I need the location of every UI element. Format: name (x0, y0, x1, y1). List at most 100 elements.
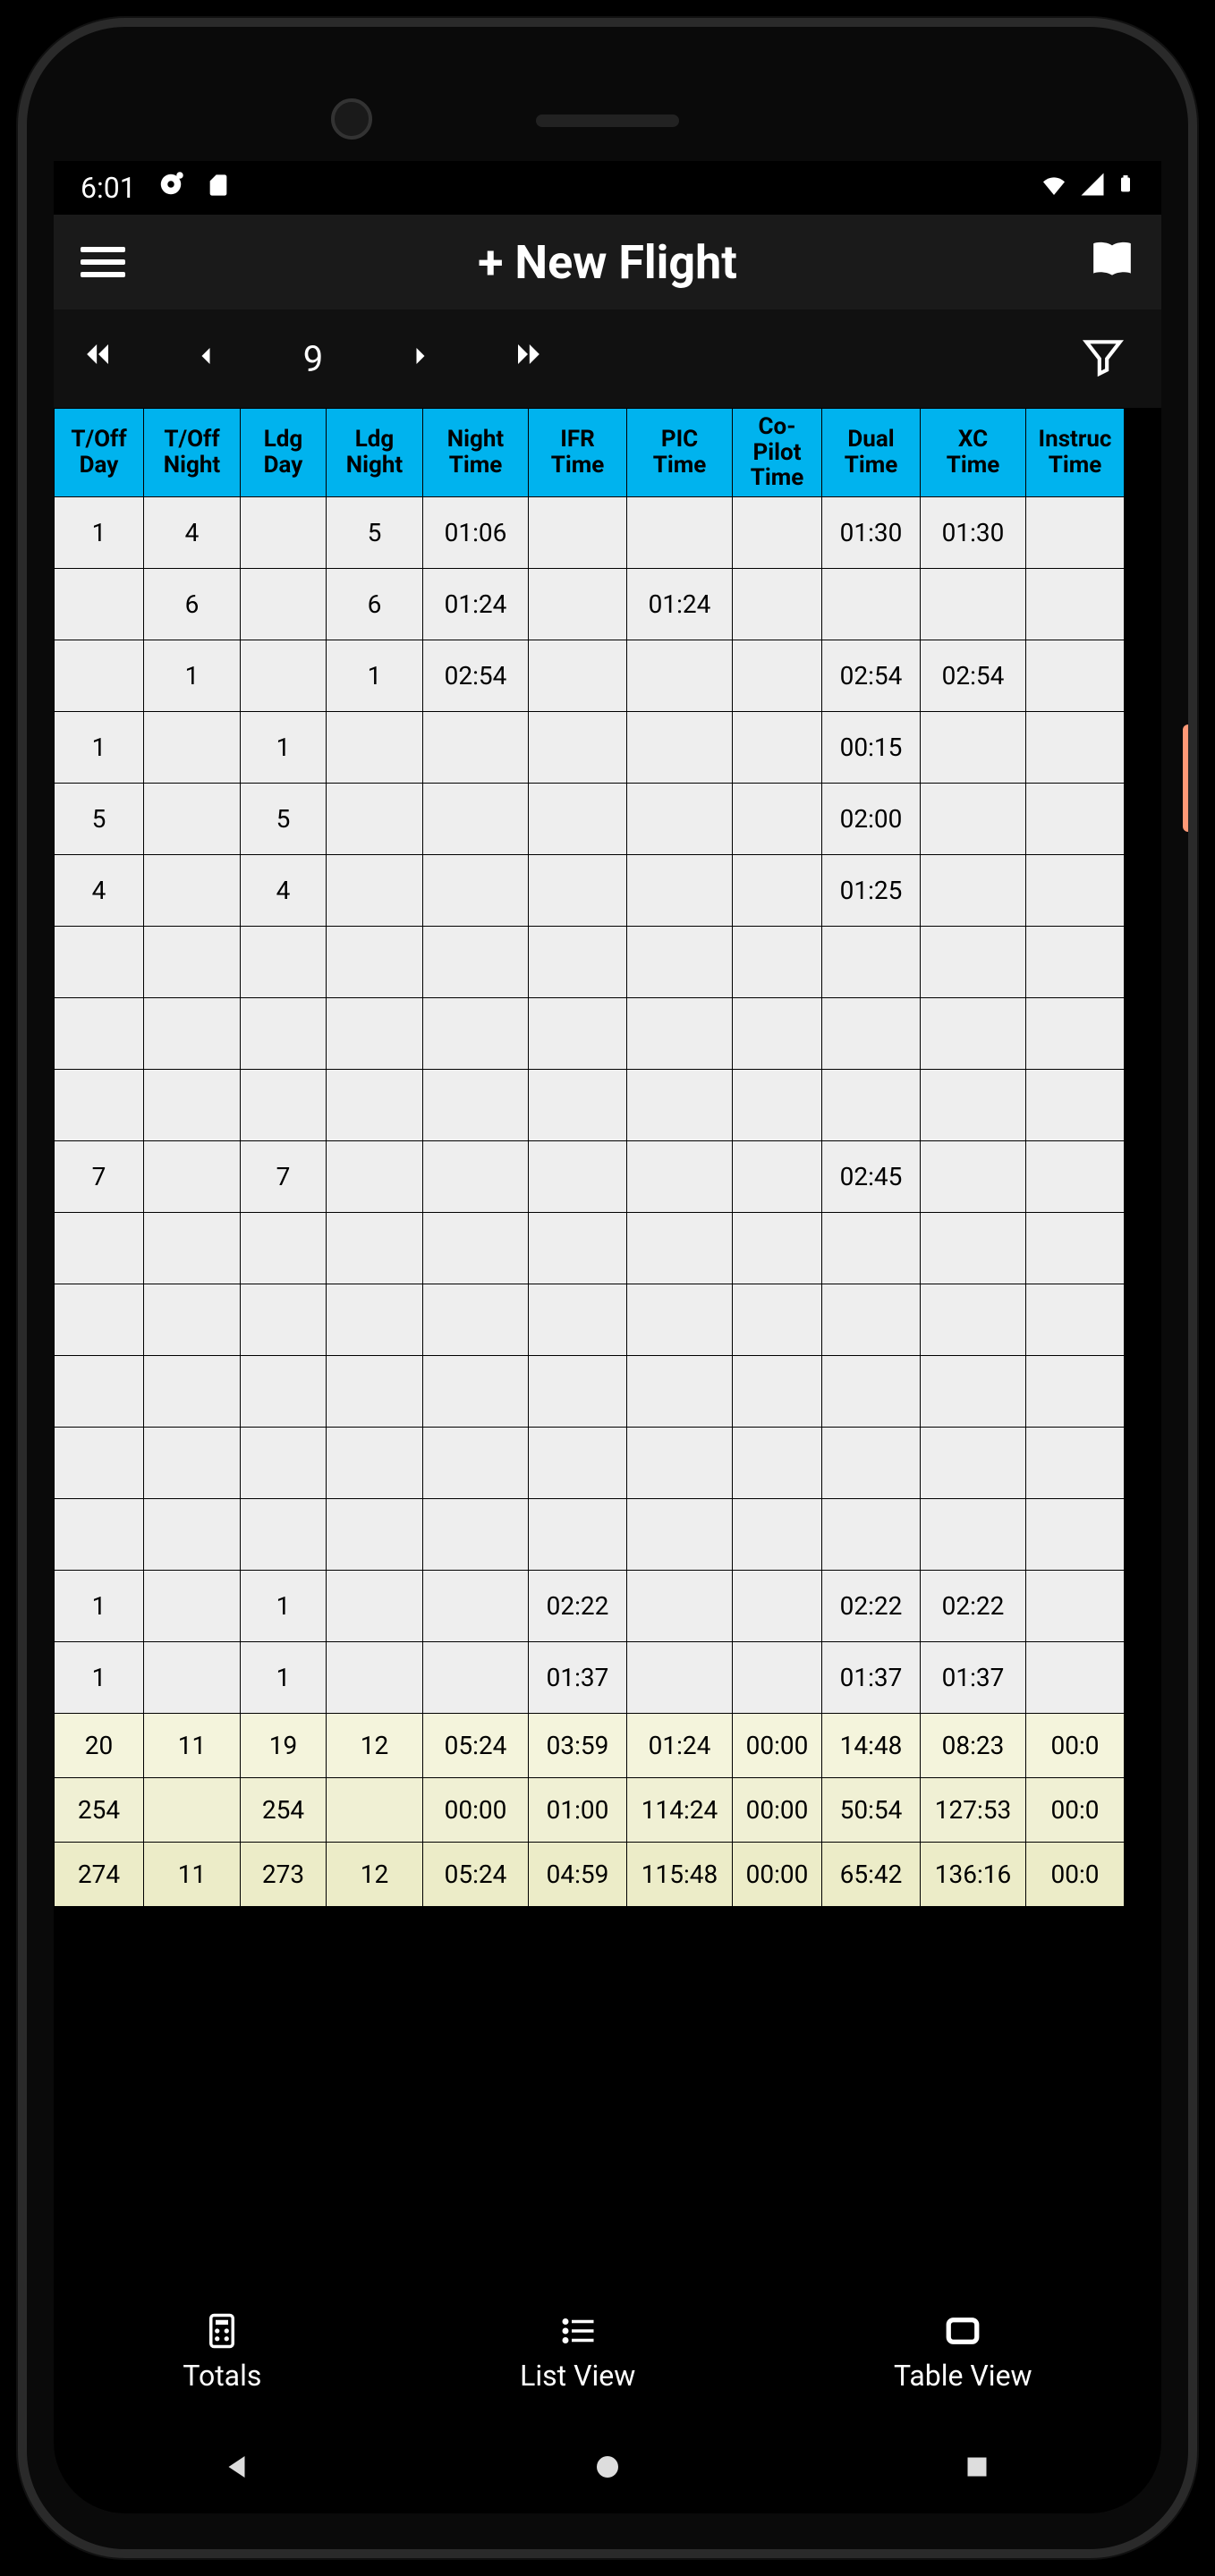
power-button (1183, 724, 1194, 832)
table-cell (144, 1140, 241, 1212)
table-cell (1026, 783, 1125, 854)
column-header[interactable]: IFRTime (529, 409, 627, 497)
column-header[interactable]: T/OffDay (55, 409, 144, 497)
table-cell (144, 1570, 241, 1641)
table-cell (921, 1212, 1026, 1284)
disc-icon (157, 171, 184, 205)
table-cell (627, 1069, 733, 1140)
table-cell (921, 568, 1026, 640)
column-header[interactable]: XCTime (921, 409, 1026, 497)
totals-cell: 00:0 (1026, 1713, 1125, 1777)
table-row[interactable] (55, 1069, 1125, 1140)
table-cell (241, 997, 327, 1069)
table-row[interactable] (55, 1355, 1125, 1427)
table-cell (423, 997, 529, 1069)
table-row[interactable]: 4401:25 (55, 854, 1125, 926)
totals-cell: 65:42 (822, 1842, 921, 1906)
recent-button[interactable] (961, 2451, 993, 2487)
tab-table-view[interactable]: Table View (894, 2312, 1032, 2393)
column-header[interactable]: LdgNight (327, 409, 423, 497)
table-row[interactable]: 1101:3701:3701:37 (55, 1641, 1125, 1713)
column-header[interactable]: NightTime (423, 409, 529, 497)
totals-cell: 12 (327, 1713, 423, 1777)
logbook-icon[interactable] (1090, 238, 1134, 286)
table-cell (529, 1427, 627, 1498)
first-page-button[interactable] (72, 335, 125, 384)
last-page-button[interactable] (501, 335, 555, 384)
column-header[interactable]: LdgDay (241, 409, 327, 497)
column-header[interactable]: DualTime (822, 409, 921, 497)
table-row[interactable] (55, 1284, 1125, 1355)
table-cell: 7 (55, 1140, 144, 1212)
table-cell: 1 (55, 711, 144, 783)
prev-page-button[interactable] (179, 335, 233, 382)
table-row[interactable]: 1102:2202:2202:22 (55, 1570, 1125, 1641)
table-cell (423, 1355, 529, 1427)
table-cell (55, 1427, 144, 1498)
table-row[interactable]: 7702:45 (55, 1140, 1125, 1212)
table-row[interactable] (55, 997, 1125, 1069)
table-cell (1026, 711, 1125, 783)
table-cell: 01:24 (423, 568, 529, 640)
next-page-button[interactable] (394, 335, 447, 382)
totals-row[interactable]: 2011191205:2403:5901:2400:0014:4808:2300… (55, 1713, 1125, 1777)
table-cell (529, 640, 627, 711)
table-cell (423, 1069, 529, 1140)
table-cell (529, 926, 627, 997)
table-cell (529, 997, 627, 1069)
table-cell: 02:00 (822, 783, 921, 854)
table-row[interactable] (55, 1427, 1125, 1498)
table-cell (627, 1140, 733, 1212)
table-row[interactable]: 1102:5402:5402:54 (55, 640, 1125, 711)
table-row[interactable]: 6601:2401:24 (55, 568, 1125, 640)
camera (331, 98, 372, 140)
table-cell (241, 1498, 327, 1570)
table-cell: 6 (327, 568, 423, 640)
totals-cell: 254 (241, 1777, 327, 1842)
column-header[interactable]: Co-PilotTime (733, 409, 822, 497)
table-cell (733, 1069, 822, 1140)
table-cell (327, 1641, 423, 1713)
table-cell (733, 1140, 822, 1212)
menu-button[interactable] (81, 247, 125, 277)
home-button[interactable] (591, 2451, 624, 2487)
column-header[interactable]: PICTime (627, 409, 733, 497)
totals-cell: 12 (327, 1842, 423, 1906)
page-title[interactable]: + New Flight (478, 235, 737, 290)
filter-button[interactable] (1081, 335, 1126, 383)
flight-table-container[interactable]: T/OffDayT/OffNightLdgDayLdgNightNightTim… (54, 408, 1161, 1907)
totals-row[interactable]: 274112731205:2404:59115:4800:0065:42136:… (55, 1842, 1125, 1906)
tab-totals[interactable]: Totals (183, 2312, 261, 2393)
status-bar: 6:01 (54, 161, 1161, 215)
table-cell (241, 1212, 327, 1284)
table-row[interactable]: 5502:00 (55, 783, 1125, 854)
table-cell (1026, 997, 1125, 1069)
table-cell: 1 (55, 1570, 144, 1641)
totals-cell: 20 (55, 1713, 144, 1777)
column-header[interactable]: T/OffNight (144, 409, 241, 497)
totals-cell: 114:24 (627, 1777, 733, 1842)
tab-list-view[interactable]: List View (520, 2312, 635, 2393)
table-row[interactable] (55, 1212, 1125, 1284)
table-cell (423, 1427, 529, 1498)
table-cell (627, 496, 733, 568)
totals-cell: 19 (241, 1713, 327, 1777)
back-button[interactable] (222, 2451, 254, 2487)
column-header[interactable]: InstrucTime (1026, 409, 1125, 497)
table-cell (1026, 496, 1125, 568)
table-cell (733, 1570, 822, 1641)
table-cell (529, 1284, 627, 1355)
table-row[interactable] (55, 926, 1125, 997)
totals-cell: 08:23 (921, 1713, 1026, 1777)
table-cell (327, 1570, 423, 1641)
table-cell (241, 1069, 327, 1140)
table-cell (627, 926, 733, 997)
table-row[interactable]: 14501:0601:3001:30 (55, 496, 1125, 568)
table-cell: 4 (144, 496, 241, 568)
totals-cell: 115:48 (627, 1842, 733, 1906)
table-row[interactable] (55, 1498, 1125, 1570)
totals-row[interactable]: 25425400:0001:00114:2400:0050:54127:5300… (55, 1777, 1125, 1842)
table-cell: 01:30 (921, 496, 1026, 568)
table-row[interactable]: 1100:15 (55, 711, 1125, 783)
totals-cell: 274 (55, 1842, 144, 1906)
